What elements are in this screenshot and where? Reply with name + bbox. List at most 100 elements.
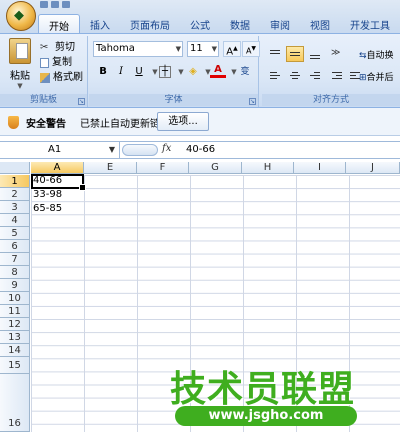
customize-qat-icon[interactable] [62,1,70,8]
row-header[interactable]: 7 [0,253,30,266]
security-warning-bar: 安全警告 已禁止自动更新链接 选项... [0,108,400,136]
column-header-g[interactable]: G [189,162,242,174]
name-box-value: A1 [48,144,62,155]
shield-icon [8,116,19,129]
row-header[interactable]: 9 [0,279,30,292]
row-header[interactable]: 16 [0,374,30,432]
dialog-launcher-icon[interactable]: ↘ [249,98,256,105]
copy-icon [40,57,49,68]
tab-home[interactable]: 开始 [38,14,80,34]
align-left-icon[interactable] [266,68,284,84]
dialog-launcher-icon[interactable]: ↘ [78,98,85,105]
column-header-j[interactable]: J [346,162,400,174]
save-icon[interactable] [40,1,48,8]
cut-label: 剪切 [55,42,75,53]
column-header-i[interactable]: I [294,162,346,174]
watermark-title: 技术员联盟 [170,369,356,410]
tab-view[interactable]: 视图 [300,14,340,34]
chevron-down-icon[interactable]: ▼ [109,142,115,158]
clipboard-icon [9,38,31,64]
insert-function-icon[interactable]: fx [162,143,171,154]
cut-button[interactable]: ✂ 剪切 [40,40,83,55]
merge-center-button[interactable]: ⊞合并后 [359,70,394,83]
chevron-down-icon[interactable]: ▼ [4,82,36,90]
format-painter-label: 格式刷 [53,72,83,83]
row-header[interactable]: 8 [0,266,30,279]
row-header[interactable]: 13 [0,331,30,344]
tab-developer[interactable]: 开发工具 [340,14,400,34]
row-header[interactable]: 5 [0,227,30,240]
wrap-text-label: 自动换 [366,51,394,61]
indent-icon[interactable] [328,68,346,84]
row-header[interactable]: 14 [0,344,30,357]
security-warning-title: 安全警告 [26,119,66,130]
row-header[interactable]: 4 [0,214,30,227]
security-options-button[interactable]: 选项... [157,112,209,131]
cell-a3[interactable]: 65-85 [33,203,62,214]
wrap-text-icon: ⇆ [359,51,367,61]
border-icon[interactable]: ┼ [159,66,171,78]
row-header[interactable]: 1 [0,175,30,188]
font-group-label: 字体 [89,94,258,106]
font-group: Tahoma ▼ 11 ▼ A▲ A▼ B I U ▼ ┼ ▼ ◈ ▼ A ▼ … [89,36,260,107]
ribbon-tabs: 开始 插入 页面布局 公式 数据 审阅 视图 开发工具 [38,14,400,34]
watermark-url: www.jsgho.com [175,406,357,426]
paste-button[interactable]: 粘贴 ▼ [4,38,36,90]
column-header-a[interactable]: A [31,162,84,174]
bold-button[interactable]: B [95,64,111,80]
undo-icon[interactable] [51,1,59,8]
column-header-f[interactable]: F [137,162,189,174]
format-painter-button[interactable]: 格式刷 [40,70,83,85]
paste-label: 粘贴 [10,71,30,82]
tab-insert[interactable]: 插入 [80,14,120,34]
cell-a2[interactable]: 33-98 [33,189,62,200]
copy-button[interactable]: 复制 [40,55,83,70]
name-box[interactable]: A1 ▼ [0,142,120,158]
phonetic-icon[interactable]: 变 [237,64,253,80]
tab-formulas[interactable]: 公式 [180,14,220,34]
formula-bar-expand-handle[interactable] [122,144,158,156]
underline-button[interactable]: U [131,64,147,80]
font-name-select[interactable]: Tahoma ▼ [93,41,183,57]
row-header[interactable]: 15 [0,357,30,374]
font-name-value: Tahoma [96,43,135,54]
chevron-down-icon: ▼ [211,45,217,53]
grow-font-button[interactable]: A▲ [223,41,241,57]
formula-bar: A1 ▼ fx 40-66 [0,141,400,159]
italic-button[interactable]: I [113,64,129,80]
alignment-group: ≫ ⇆自动换 ⊞合并后 对齐方式 [262,36,400,107]
tab-data[interactable]: 数据 [220,14,260,34]
font-size-select[interactable]: 11 ▼ [187,41,219,57]
copy-label: 复制 [52,57,72,68]
quick-access-toolbar [40,0,90,10]
alignment-group-label: 对齐方式 [262,94,400,106]
row-header[interactable]: 12 [0,318,30,331]
align-center-icon[interactable] [286,68,304,84]
tab-review[interactable]: 审阅 [260,14,300,34]
align-bottom-icon[interactable] [306,46,324,62]
row-header[interactable]: 11 [0,305,30,318]
office-logo-icon: ◆ [14,8,24,23]
row-header[interactable]: 3 [0,201,30,214]
column-header-e[interactable]: E [84,162,137,174]
clipboard-group: 粘贴 ▼ ✂ 剪切 复制 格式刷 剪贴板 ↘ [0,36,88,107]
font-color-icon[interactable]: A [210,64,226,78]
active-cell-selection[interactable] [31,174,86,191]
orientation-icon[interactable]: ≫ [328,46,346,62]
select-all-corner[interactable] [0,162,30,174]
font-size-value: 11 [190,43,203,54]
row-header[interactable]: 6 [0,240,30,253]
ribbon: 粘贴 ▼ ✂ 剪切 复制 格式刷 剪贴板 ↘ Tahoma ▼ 11 ▼ A▲ … [0,33,400,108]
align-right-icon[interactable] [306,68,324,84]
align-top-icon[interactable] [266,46,284,62]
column-header-h[interactable]: H [242,162,294,174]
align-middle-icon[interactable] [286,46,304,62]
wrap-text-button[interactable]: ⇆自动换 [359,48,394,61]
tab-page-layout[interactable]: 页面布局 [120,14,180,34]
row-header[interactable]: 10 [0,292,30,305]
shrink-font-button[interactable]: A▼ [242,41,260,57]
formula-input[interactable]: 40-66 [186,142,215,158]
office-button[interactable]: ◆ [6,1,36,31]
fill-color-icon[interactable]: ◈ [185,64,201,80]
row-header[interactable]: 2 [0,188,30,201]
